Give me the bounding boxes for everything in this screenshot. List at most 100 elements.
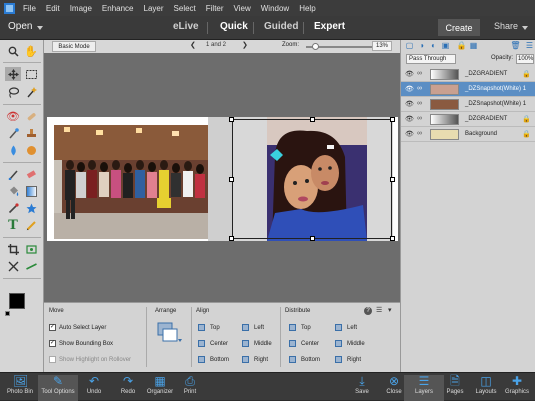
visibility-eye-icon[interactable]: 👁 (405, 70, 414, 78)
visibility-eye-icon[interactable]: 👁 (405, 100, 414, 108)
layer-row[interactable]: 👁 ∞ _DZSnapshot(White) 1 (401, 82, 535, 97)
layer-row[interactable]: 👁 ∞ _DZGRADIENT 🔒 (401, 112, 535, 127)
eraser-tool-icon[interactable] (23, 167, 39, 181)
link-icon[interactable]: ∞ (417, 85, 422, 92)
pencil-tool-icon[interactable] (23, 218, 39, 232)
share-button[interactable]: Share (494, 21, 518, 31)
layer-mask-icon[interactable]: ▣ (441, 41, 450, 50)
visibility-eye-icon[interactable]: 👁 (405, 85, 414, 93)
align-center-icon[interactable] (198, 340, 205, 347)
cookie-cutter-tool-icon[interactable] (5, 259, 21, 273)
align-bottom-label[interactable]: Bottom (210, 357, 229, 363)
transform-handle-top-left[interactable] (229, 117, 234, 122)
link-icon[interactable]: ∞ (417, 100, 422, 107)
layers-menu-icon[interactable]: ☰ (525, 41, 534, 50)
visibility-eye-icon[interactable]: 👁 (405, 115, 414, 123)
align-center-label[interactable]: Center (210, 341, 228, 347)
transform-handle-top-right[interactable] (390, 117, 395, 122)
align-left-icon[interactable] (242, 324, 249, 331)
hand-tool-icon[interactable]: ✋ (23, 44, 39, 58)
zoom-value-field[interactable]: 13% (372, 41, 392, 51)
help-icon[interactable]: ? (364, 307, 372, 315)
mode-expert[interactable]: Expert (314, 21, 345, 32)
align-right-label[interactable]: Right (254, 357, 268, 363)
link-icon[interactable]: ∞ (417, 130, 422, 137)
basic-mode-button[interactable]: Basic Mode (52, 41, 96, 52)
align-top-icon[interactable] (198, 324, 205, 331)
blend-mode-select[interactable]: Pass Through (406, 54, 456, 64)
adjustment-layer-icon[interactable]: ◐ (429, 41, 438, 50)
delete-layer-icon[interactable]: 🗑 (510, 41, 520, 50)
blur-tool-icon[interactable] (5, 143, 21, 157)
align-top-label[interactable]: Top (210, 325, 220, 331)
distribute-top-icon[interactable] (289, 324, 296, 331)
red-eye-tool-icon[interactable]: 👁 (5, 109, 21, 123)
create-button[interactable]: Create (438, 19, 480, 36)
bounding-box[interactable] (232, 119, 392, 239)
lock-transparent-icon[interactable]: ▦ (469, 41, 478, 50)
distribute-bottom-label[interactable]: Bottom (301, 357, 320, 363)
transform-handle-bottom[interactable] (310, 236, 315, 241)
link-icon[interactable]: ∞ (417, 115, 422, 122)
auto-select-checkbox[interactable]: ✓ (49, 324, 56, 331)
spot-healing-tool-icon[interactable] (23, 109, 39, 123)
new-layer-icon[interactable]: ▢ (405, 41, 414, 50)
mode-guided[interactable]: Guided (264, 21, 298, 32)
recompose-tool-icon[interactable] (23, 242, 39, 256)
menu-layer[interactable]: Layer (139, 4, 169, 13)
graphics-button[interactable]: ✚ Graphics (497, 375, 535, 401)
menu-filter[interactable]: Filter (201, 4, 229, 13)
layer-row[interactable]: 👁 ∞ _DZSnapshot(White) 1 (401, 97, 535, 112)
menu-enhance[interactable]: Enhance (97, 4, 139, 13)
show-highlight-checkbox[interactable] (49, 356, 56, 363)
custom-shape-tool-icon[interactable] (23, 201, 39, 215)
visibility-eye-icon[interactable]: 👁 (405, 130, 414, 138)
move-tool-icon[interactable] (5, 67, 21, 81)
distribute-middle-icon[interactable] (335, 340, 342, 347)
open-button[interactable]: Open (8, 21, 32, 32)
zoom-slider-thumb[interactable] (311, 43, 319, 50)
brush-tool-icon[interactable] (5, 167, 21, 181)
distribute-right-label[interactable]: Right (347, 357, 361, 363)
open-dropdown-icon[interactable] (37, 26, 43, 30)
mode-quick[interactable]: Quick (220, 21, 248, 32)
crop-tool-icon[interactable] (5, 242, 21, 256)
marquee-tool-icon[interactable] (23, 67, 39, 81)
layer-row[interactable]: 👁 ∞ Background 🔒 (401, 127, 535, 142)
share-dropdown-icon[interactable] (522, 26, 528, 30)
arrange-button[interactable] (155, 320, 183, 346)
distribute-left-icon[interactable] (335, 324, 342, 331)
align-right-icon[interactable] (242, 356, 249, 363)
foreground-color-swatch[interactable] (9, 293, 25, 309)
group-photo-image[interactable] (54, 125, 208, 239)
new-group-icon[interactable]: ◑ (417, 41, 426, 50)
lasso-tool-icon[interactable] (5, 85, 21, 99)
distribute-center-label[interactable]: Center (301, 341, 319, 347)
zoom-tool-icon[interactable] (5, 44, 21, 58)
menu-file[interactable]: File (18, 4, 41, 13)
menu-select[interactable]: Select (169, 4, 201, 13)
transform-handle-bottom-left[interactable] (229, 236, 234, 241)
menu-edit[interactable]: Edit (41, 4, 65, 13)
print-button[interactable]: ⎙ Print (170, 375, 210, 401)
distribute-left-label[interactable]: Left (347, 325, 357, 331)
align-left-label[interactable]: Left (254, 325, 264, 331)
mode-elive[interactable]: eLive (173, 21, 199, 32)
magic-wand-tool-icon[interactable] (23, 85, 39, 99)
paint-bucket-tool-icon[interactable] (5, 184, 21, 198)
default-colors-icon[interactable] (5, 311, 10, 316)
distribute-top-label[interactable]: Top (301, 325, 311, 331)
menu-image[interactable]: Image (65, 4, 97, 13)
distribute-middle-label[interactable]: Middle (347, 341, 365, 347)
distribute-right-icon[interactable] (335, 356, 342, 363)
panel-menu-icon[interactable]: ☰ (376, 306, 382, 314)
align-bottom-icon[interactable] (198, 356, 205, 363)
layer-row[interactable]: 👁 ∞ _DZGRADIENT 🔒 (401, 67, 535, 82)
clone-stamp-tool-icon[interactable] (23, 126, 39, 140)
next-page-icon[interactable]: ❯ (242, 41, 248, 49)
show-bbox-checkbox[interactable]: ✓ (49, 340, 56, 347)
align-middle-icon[interactable] (242, 340, 249, 347)
opacity-field[interactable]: 100% (516, 54, 534, 64)
document[interactable] (47, 117, 398, 241)
sponge-tool-icon[interactable] (23, 143, 39, 157)
